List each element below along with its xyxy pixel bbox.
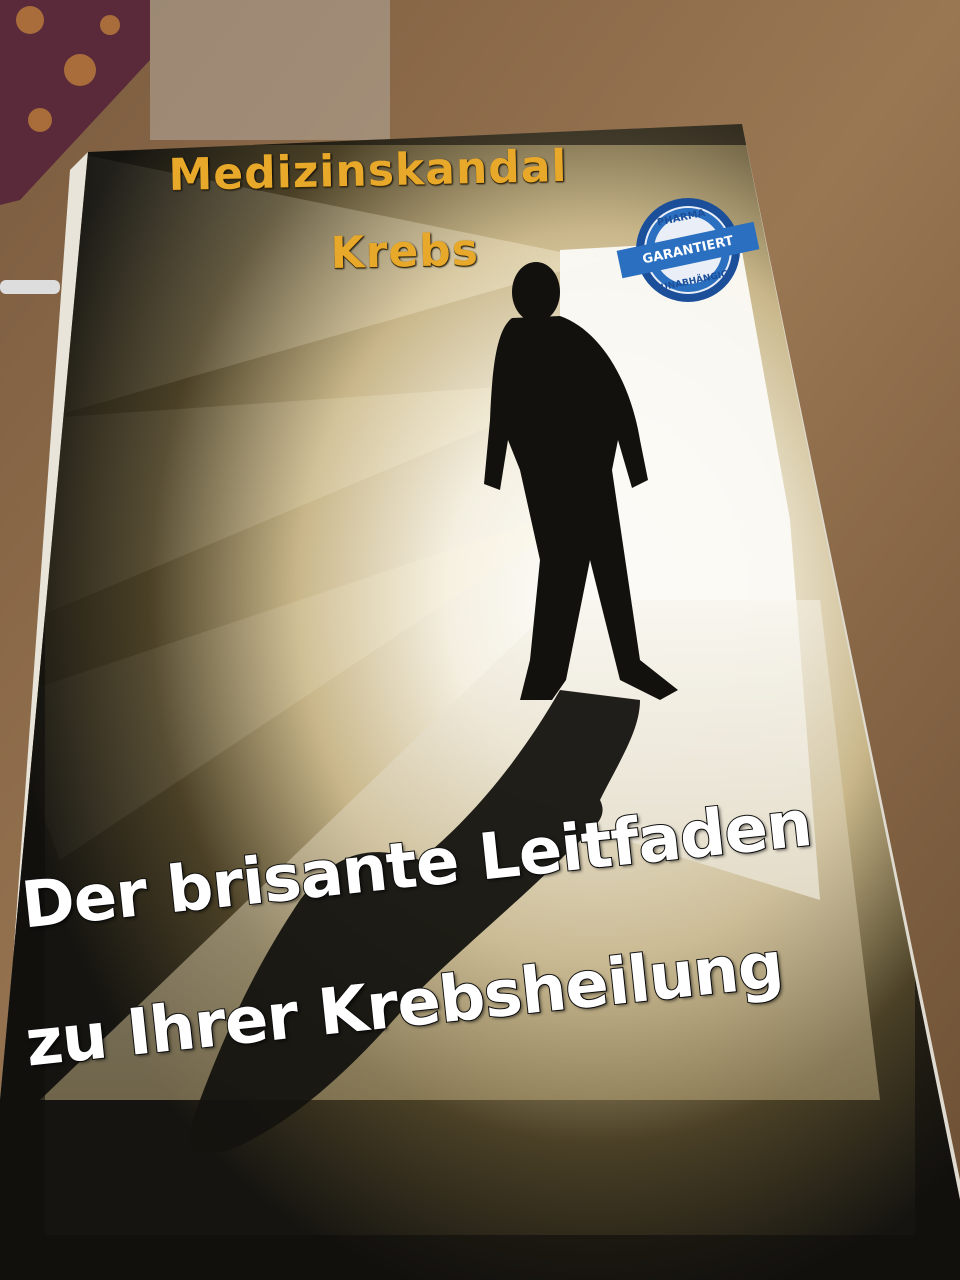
book-title-line-2: Krebs <box>330 224 480 279</box>
seal-top-text: PHARMA <box>656 208 706 229</box>
seal-bottom-text: UNABHÄNGIG <box>660 268 730 293</box>
glass <box>150 0 390 140</box>
book-title-line-1: Medizinskandal <box>168 140 569 201</box>
seal-text: PHARMA GARANTIERT UNABHÄNGIG <box>641 208 735 294</box>
pen <box>0 280 60 294</box>
seal-banner-text: GARANTIERT <box>641 234 735 268</box>
